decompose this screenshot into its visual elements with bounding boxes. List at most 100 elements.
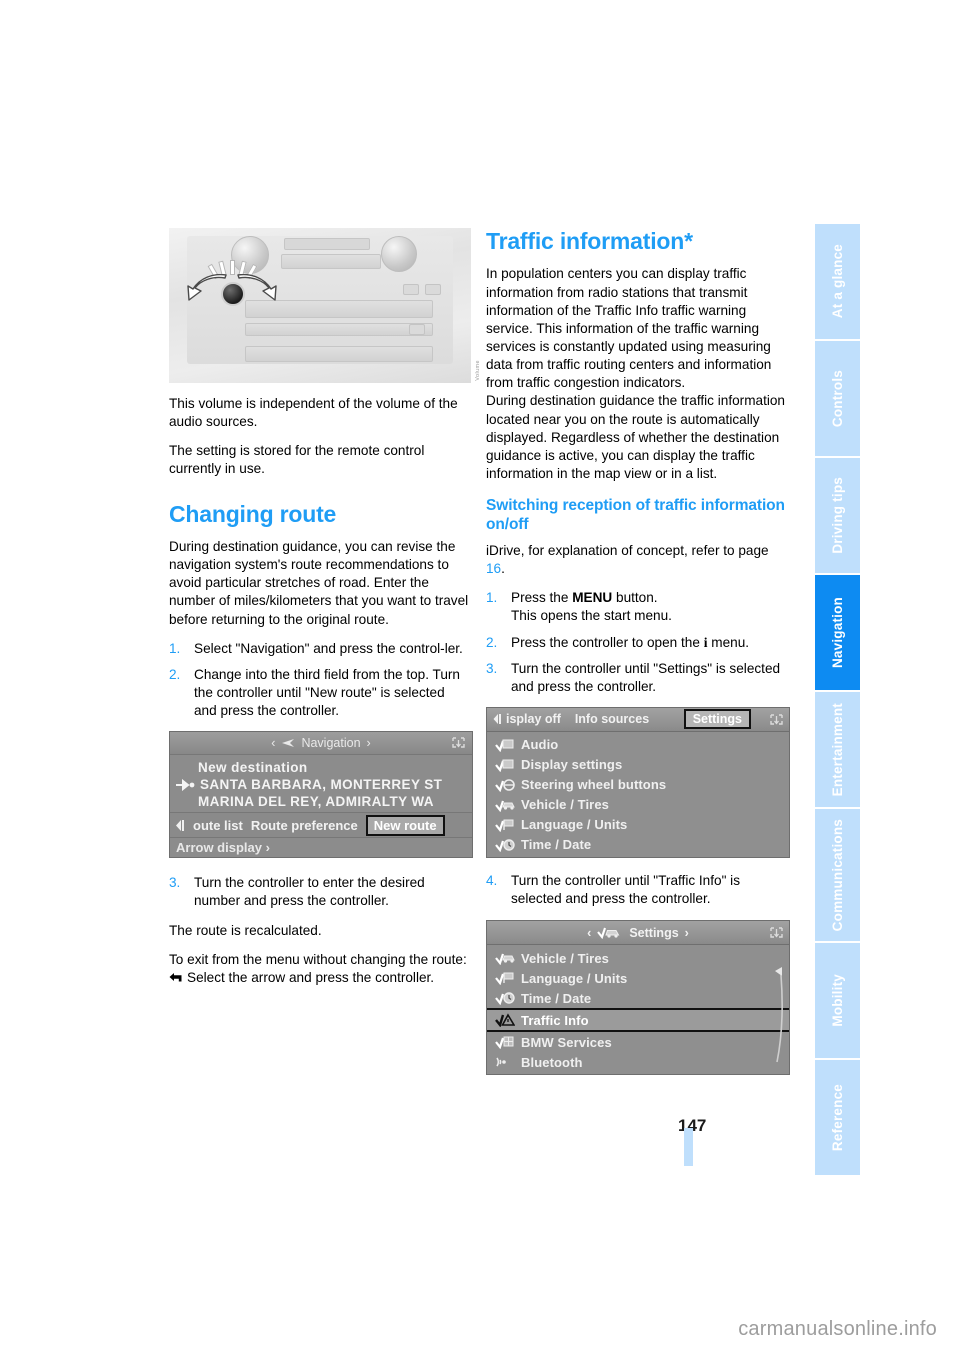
nav-line-new-destination[interactable]: New destination — [170, 759, 472, 776]
vehicle-tires-check-icon — [495, 798, 515, 813]
navigation-compass-icon — [282, 739, 295, 748]
step-item: 2. Change into the third field from the … — [169, 666, 471, 720]
settings-item-bmw-services[interactable]: BMW Services — [487, 1032, 789, 1052]
nav-line-street-2[interactable]: MARINA DEL REY, ADMIRALTY WA — [170, 793, 472, 810]
nav-tab-route-preference[interactable]: Route preference — [251, 818, 358, 833]
settings-item-time-date[interactable]: Time / Date — [487, 835, 789, 855]
console-small-button-a — [403, 284, 419, 295]
left-column: Volume This volume is independent of the… — [169, 228, 481, 987]
sidebar-tab-communications[interactable]: Communications — [815, 809, 860, 941]
site-watermark: carmanualsonline.info — [738, 1318, 937, 1340]
figure-settings-screen-2: ‹ Settings › Vehicle / Tires Language / … — [486, 920, 790, 1076]
settings-item-label: Language / Units — [521, 970, 628, 986]
step-text-b: menu. — [707, 634, 750, 650]
nav-tab-new-route-selected[interactable]: New route — [365, 814, 445, 836]
idrive-settings-screen-1: isplay off Info sources Settings Audio D… — [486, 706, 790, 858]
step-text: Change into the third field from the top… — [194, 666, 460, 719]
sidebar-tab-entertainment[interactable]: Entertainment — [815, 692, 860, 807]
sidebar-tab-controls[interactable]: Controls — [815, 341, 860, 456]
tab-info-sources[interactable]: Info sources — [575, 712, 649, 726]
step-item: 3. Turn the controller until "Settings" … — [486, 660, 788, 696]
settings-item-label: Traffic Info — [521, 1012, 589, 1028]
switching-steps-cont: 4. Turn the controller until "Traffic In… — [486, 872, 788, 908]
step-text: Turn the controller to enter the desired… — [194, 875, 425, 909]
settings-item-label: Steering wheel buttons — [521, 777, 667, 793]
nav-arrow-left-icon[interactable]: ‹ — [271, 736, 275, 750]
scroll-left-icon[interactable] — [492, 713, 502, 725]
step-text: Turn the controller until "Traffic Info"… — [511, 872, 741, 907]
settings-item-vehicle-tires[interactable]: Vehicle / Tires — [487, 948, 789, 968]
settings-tabbar-left: isplay off — [492, 712, 561, 726]
destination-arrow-icon — [176, 778, 195, 791]
settings-item-vehicle-tires[interactable]: Vehicle / Tires — [487, 795, 789, 815]
settings-arrow-left-icon[interactable]: ‹ — [587, 926, 591, 940]
display-settings-check-icon — [495, 758, 515, 773]
settings-item-language-units[interactable]: Language / Units — [487, 968, 789, 988]
page-reference-link[interactable]: 16 — [486, 561, 501, 576]
settings-item-steering-wheel-buttons[interactable]: Steering wheel buttons — [487, 775, 789, 795]
step-item: 1. Select "Navigation" and press the con… — [169, 640, 471, 658]
tab-settings-selected[interactable]: Settings — [683, 709, 751, 730]
idrive-ref-pre: iDrive, for explanation of concept, refe… — [486, 542, 769, 558]
sidebar-tab-at-a-glance[interactable]: At a glance — [815, 224, 860, 339]
console-small-button-c — [409, 324, 425, 335]
settings-item-display-settings[interactable]: Display settings — [487, 755, 789, 775]
paragraph-exit-menu: To exit from the menu without changing t… — [169, 951, 467, 967]
settings-screen-2-list: Vehicle / Tires Language / Units Time / … — [487, 945, 789, 1074]
figure-code: Volume — [475, 360, 481, 381]
paragraph-select-arrow: Select the arrow and press the controlle… — [169, 969, 471, 987]
sidebar-tab-label: At a glance — [829, 244, 845, 319]
step-number: 2. — [486, 634, 498, 650]
settings-arrow-right-icon[interactable]: › — [685, 926, 689, 940]
sidebar-tab-label: Entertainment — [829, 702, 845, 797]
step-text-b: button. — [612, 590, 658, 606]
paragraph-traffic-1: In population centers you can display tr… — [486, 266, 772, 391]
volume-knob — [221, 282, 245, 306]
console-button-row-3 — [245, 323, 433, 336]
sidebar-tab-reference[interactable]: Reference — [815, 1060, 860, 1175]
nav-line-street-1[interactable]: SANTA BARBARA, MONTERREY ST — [170, 776, 472, 793]
settings-item-label: Time / Date — [521, 990, 592, 1006]
step-number: 1. — [486, 590, 498, 606]
manual-page: At a glance Controls Driving tips Naviga… — [0, 0, 960, 1358]
tab-display-off[interactable]: isplay off — [506, 712, 561, 726]
settings-item-language-units[interactable]: Language / Units — [487, 815, 789, 835]
settings-item-traffic-info[interactable]: Traffic Info — [487, 1008, 789, 1033]
settings-item-label: Bluetooth — [521, 1054, 583, 1070]
scrollbar-indicator[interactable] — [771, 967, 785, 1063]
language-units-check-icon — [495, 818, 515, 833]
back-arrow-icon — [169, 971, 184, 984]
section-tabs-sidebar: At a glance Controls Driving tips Naviga… — [815, 224, 860, 1204]
idrive-settings-screen-2: ‹ Settings › Vehicle / Tires Language / … — [486, 920, 790, 1076]
settings-status-icon — [769, 712, 784, 727]
console-knob-right — [381, 236, 417, 272]
bluetooth-signal-icon — [495, 1055, 515, 1069]
nav-tab-route-list[interactable]: oute list — [193, 818, 243, 833]
rotation-tick-3 — [230, 260, 235, 275]
nav-arrow-right-icon[interactable]: › — [367, 736, 371, 750]
settings-item-label: BMW Services — [521, 1034, 612, 1050]
scroll-left-icon[interactable] — [174, 819, 185, 832]
step-text-a: Press the controller to open the — [511, 634, 704, 650]
sidebar-tab-label: Reference — [829, 1083, 845, 1152]
radio-display — [284, 238, 370, 250]
step-text: Turn the controller until "Settings" is … — [511, 660, 781, 694]
sidebar-tab-mobility[interactable]: Mobility — [815, 943, 860, 1058]
sidebar-tab-driving-tips[interactable]: Driving tips — [815, 458, 860, 573]
steering-wheel-check-icon — [495, 778, 515, 793]
sidebar-tab-navigation[interactable]: Navigation — [815, 575, 860, 690]
street-text: SANTA BARBARA, MONTERREY ST — [200, 777, 443, 793]
settings-item-bluetooth[interactable]: Bluetooth — [487, 1052, 789, 1072]
nav-status-icon — [451, 735, 466, 753]
settings-item-time-date[interactable]: Time / Date — [487, 988, 789, 1008]
step-number: 2. — [169, 666, 181, 682]
menu-button-label: MENU — [572, 590, 613, 606]
heading-traffic-information: Traffic information* — [486, 228, 693, 254]
settings-item-audio[interactable]: Audio — [487, 735, 789, 755]
select-arrow-text: Select the arrow and press the controlle… — [187, 969, 435, 985]
settings-item-label: Audio — [521, 737, 559, 753]
sidebar-tab-label: Navigation — [829, 596, 845, 668]
nav-footer-arrow-display[interactable]: Arrow display › — [170, 838, 472, 857]
heading-switching-reception: Switching reception of traffic informati… — [486, 497, 785, 534]
changing-route-steps-cont: 3. Turn the controller to enter the desi… — [169, 874, 471, 910]
